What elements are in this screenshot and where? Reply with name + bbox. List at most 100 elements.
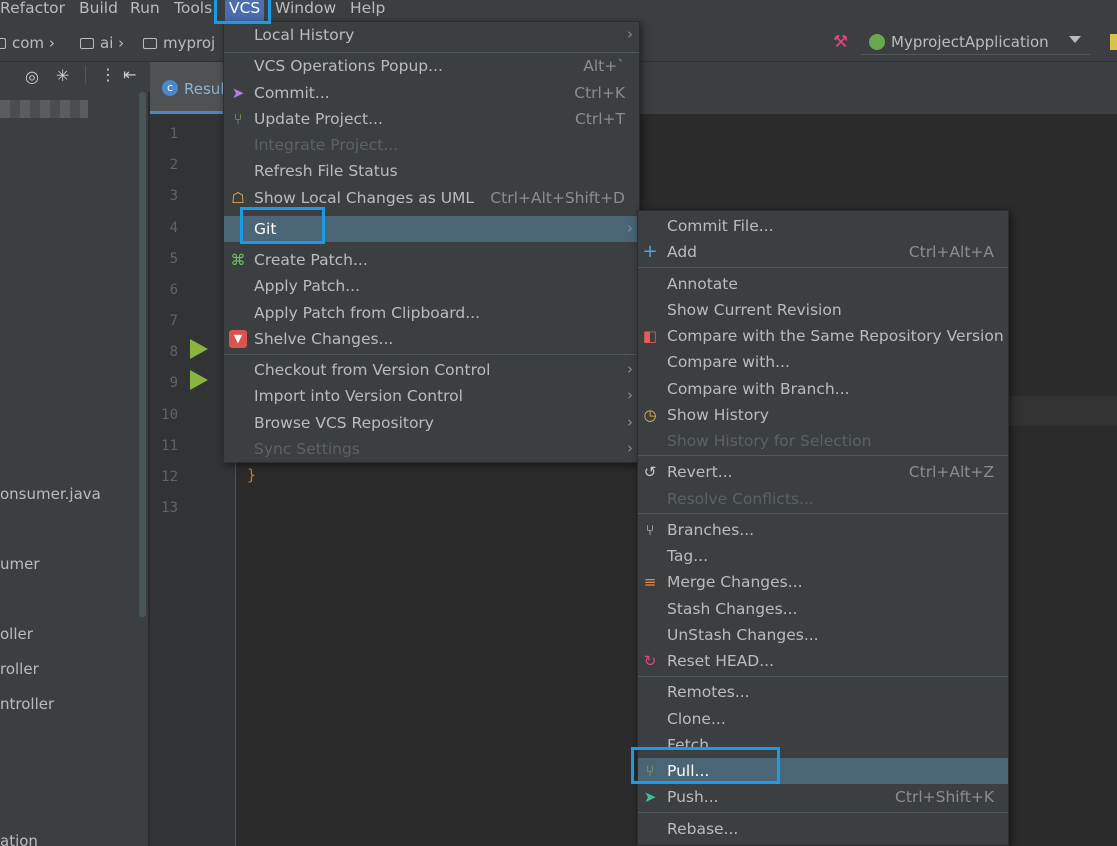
menu-item-stash-changes[interactable]: Stash Changes... <box>638 596 1008 622</box>
run-configuration-selector[interactable]: MyprojectApplication <box>861 30 1090 55</box>
menu-item-branches[interactable]: ⑂ Branches... <box>638 517 1008 543</box>
menu-item-clone[interactable]: Clone... <box>638 706 1008 732</box>
run-gutter-icon[interactable] <box>190 370 208 390</box>
chevron-right-icon: › <box>627 439 633 457</box>
menu-help[interactable]: Help <box>350 0 385 22</box>
breadcrumb-item[interactable]: ai › <box>80 34 124 52</box>
tree-item[interactable]: ntroller <box>0 695 54 713</box>
menu-item-apply-patch[interactable]: Apply Patch... <box>224 273 639 299</box>
menu-item-checkout[interactable]: Checkout from Version Control › <box>224 357 639 383</box>
vcs-menu: Local History › VCS Operations Popup... … <box>223 21 640 463</box>
tree-item[interactable]: oller <box>0 625 33 643</box>
menu-item-fetch[interactable]: Fetch <box>638 732 1008 758</box>
menu-item-show-local-changes-uml[interactable]: ☖ Show Local Changes as UML Ctrl+Alt+Shi… <box>224 185 639 211</box>
breadcrumb-item[interactable]: myproj <box>143 34 215 52</box>
menu-item-integrate-project: Integrate Project... <box>254 136 399 154</box>
target-icon[interactable]: ◎ <box>25 67 39 86</box>
line-number: 9 <box>169 375 178 391</box>
menu-item-tag[interactable]: Tag... <box>638 543 1008 569</box>
history-icon: ◷ <box>643 406 657 424</box>
menu-build[interactable]: Build <box>79 0 118 22</box>
breadcrumb-item[interactable]: com › <box>0 34 55 52</box>
tree-item[interactable]: onsumer.java <box>0 485 101 503</box>
menu-item-compare-with-branch[interactable]: Compare with Branch... <box>638 376 1008 402</box>
menu-item-git[interactable]: Git › <box>224 216 639 242</box>
menu-item-create-patch[interactable]: ⌘ Create Patch... <box>224 247 639 273</box>
menu-item-revert[interactable]: ↺ Revert... Ctrl+Alt+Z <box>638 459 1008 485</box>
line-number: 2 <box>169 157 178 173</box>
menu-item-compare-same-repo[interactable]: ◧ Compare with the Same Repository Versi… <box>638 323 1008 349</box>
menu-refactor[interactable]: Refactor <box>0 0 65 22</box>
line-number: 7 <box>169 313 178 329</box>
build-indicator <box>1110 34 1117 50</box>
line-number: 13 <box>161 500 178 516</box>
line-number: 11 <box>161 438 178 454</box>
branches-icon: ⑂ <box>645 521 655 539</box>
menu-item-refresh-file-status[interactable]: Refresh File Status <box>224 158 639 184</box>
menu-item-unstash-changes[interactable]: UnStash Changes... <box>638 622 1008 648</box>
collapse-all-icon[interactable]: ✳ <box>56 66 69 85</box>
more-options-icon[interactable]: ⋮ <box>100 65 116 84</box>
folder-icon <box>80 38 94 49</box>
menu-item-import[interactable]: Import into Version Control › <box>224 383 639 409</box>
blurred-item <box>0 100 88 118</box>
menu-item-push[interactable]: ➤ Push... Ctrl+Shift+K <box>638 784 1008 810</box>
patch-icon: ⌘ <box>230 251 246 269</box>
menu-item-compare-with[interactable]: Compare with... <box>638 349 1008 375</box>
chevron-right-icon: › <box>627 219 633 237</box>
menu-item-commit[interactable]: ➤ Commit... Ctrl+K <box>224 80 639 106</box>
menu-item-commit-file[interactable]: Commit File... <box>638 213 1008 239</box>
menu-item-apply-patch-clipboard[interactable]: Apply Patch from Clipboard... <box>224 300 639 326</box>
commit-icon: ➤ <box>231 84 245 102</box>
menu-item-reset-head[interactable]: ↻ Reset HEAD... <box>638 648 1008 674</box>
menu-item-show-current-revision[interactable]: Show Current Revision <box>638 297 1008 323</box>
merge-icon: ≡ <box>643 573 657 591</box>
tab-label: Resul <box>184 80 225 98</box>
chevron-right-icon: › <box>627 360 633 378</box>
menu-separator <box>638 676 1008 677</box>
menu-item-merge-changes[interactable]: ≡ Merge Changes... <box>638 569 1008 595</box>
menu-separator <box>638 455 1008 456</box>
menu-item-annotate[interactable]: Annotate <box>638 271 1008 297</box>
menu-item-browse-vcs[interactable]: Browse VCS Repository › <box>224 410 639 436</box>
chevron-right-icon: › <box>627 413 633 431</box>
menu-run[interactable]: Run <box>130 0 160 22</box>
project-scrollbar[interactable] <box>139 92 146 617</box>
tree-item[interactable]: umer <box>0 555 40 573</box>
project-tree: onsumer.java umer oller roller ntroller … <box>0 92 148 846</box>
hammer-icon[interactable]: ⚒ <box>833 32 848 52</box>
tree-item[interactable]: roller <box>0 660 39 678</box>
line-number: 10 <box>161 407 178 423</box>
menu-window[interactable]: Window <box>275 0 336 22</box>
shelve-icon: ▼ <box>229 330 247 348</box>
menu-item-add[interactable]: + Add Ctrl+Alt+A <box>638 239 1008 265</box>
menu-item-vcs-operations-popup[interactable]: VCS Operations Popup... Alt+` <box>224 53 639 79</box>
menu-tools[interactable]: Tools <box>174 0 212 22</box>
menu-vcs[interactable]: VCS <box>225 0 265 22</box>
menu-item-pull[interactable]: ⑂ Pull... <box>638 758 1008 784</box>
menu-item-shelve-changes[interactable]: ▼ Shelve Changes... <box>224 326 639 352</box>
chevron-right-icon: › <box>118 34 125 52</box>
toolbar-divider <box>85 66 86 84</box>
line-number: 5 <box>169 251 178 267</box>
hide-panel-icon[interactable]: ⇤ <box>123 65 136 84</box>
compare-icon: ◧ <box>642 327 658 345</box>
line-number: 1 <box>169 126 178 142</box>
menu-item-show-history[interactable]: ◷ Show History <box>638 402 1008 428</box>
tree-item[interactable]: ation <box>0 832 38 846</box>
code-brace: } <box>247 466 257 484</box>
revert-icon: ↺ <box>643 463 657 481</box>
project-toolbar: ◎ ✳ ⋮ ⇤ <box>0 62 150 92</box>
menu-item-resolve-conflicts: Resolve Conflicts... <box>667 490 814 508</box>
menu-item-show-history-selection: Show History for Selection <box>667 432 872 450</box>
tab-result[interactable]: c Resul <box>150 62 225 114</box>
menu-item-rebase[interactable]: Rebase... <box>638 816 1008 842</box>
menu-item-local-history[interactable]: Local History › <box>224 22 639 48</box>
line-number: 4 <box>169 220 178 236</box>
menu-item-remotes[interactable]: Remotes... <box>638 679 1008 705</box>
line-number: 12 <box>161 469 178 485</box>
line-number: 8 <box>169 344 178 360</box>
run-gutter-icon[interactable] <box>190 339 208 359</box>
menu-item-update-project[interactable]: ⑂ Update Project... Ctrl+T <box>224 106 639 132</box>
chevron-down-icon <box>1069 36 1081 43</box>
